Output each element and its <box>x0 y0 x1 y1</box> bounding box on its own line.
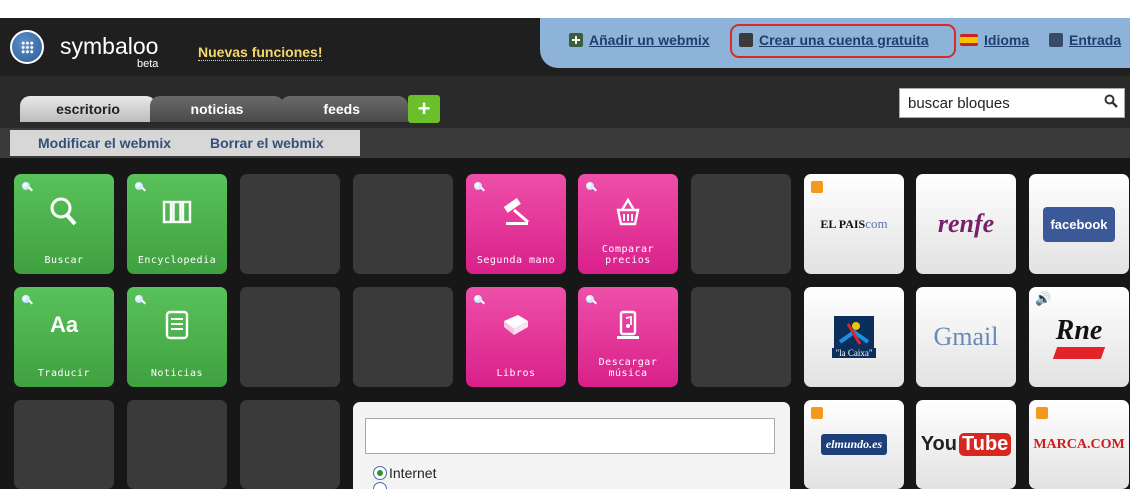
tile-empty[interactable] <box>240 400 340 489</box>
search-widget-panel: Internet <box>353 402 790 489</box>
facebook-logo: facebook <box>1029 174 1129 274</box>
tile-settings-icon[interactable] <box>474 295 482 303</box>
tile-label: Noticias <box>150 368 204 379</box>
search-blocks-value: buscar bloques <box>908 94 1010 112</box>
tile-encyclopedia[interactable]: Encyclopedia <box>127 174 227 274</box>
spain-flag-icon <box>960 34 978 46</box>
search-widget-input[interactable] <box>365 418 775 454</box>
tile-empty[interactable] <box>14 400 114 489</box>
tile-label: Traducir <box>37 368 91 379</box>
login-label: Entrada <box>1069 32 1122 48</box>
tile-label: Segunda mano <box>476 255 556 266</box>
tile-settings-icon[interactable] <box>135 182 143 190</box>
new-features-link[interactable]: Nuevas funciones! <box>198 44 323 61</box>
tile-empty[interactable] <box>240 287 340 387</box>
gavel-icon <box>503 197 529 225</box>
basket-icon <box>616 197 640 226</box>
tile-marca[interactable]: MARCA.COM <box>1029 400 1129 489</box>
tile-el-pais[interactable]: EL PAIS com <box>804 174 904 274</box>
radio-option-2[interactable] <box>373 482 387 489</box>
radio-internet[interactable] <box>373 466 387 480</box>
tile-settings-icon[interactable] <box>22 182 30 190</box>
tile-buscar[interactable]: Buscar <box>14 174 114 274</box>
tile-comparar-precios[interactable]: Comparar precios <box>578 174 678 274</box>
add-webmix-link[interactable]: Añadir un webmix <box>569 32 710 48</box>
magnifier-icon <box>50 197 77 226</box>
rne-logo: Rne <box>1029 287 1129 387</box>
la-caixa-logo: "la Caixa" <box>804 287 904 387</box>
plus-icon <box>569 33 583 47</box>
tile-empty[interactable] <box>691 287 791 387</box>
tile-la-caixa[interactable]: "la Caixa" <box>804 287 904 387</box>
language-label: Idioma <box>984 32 1030 48</box>
tile-traducir[interactable]: Aa Traducir <box>14 287 114 387</box>
marca-logo: MARCA.COM <box>1033 436 1125 452</box>
login-link[interactable]: Entrada <box>1049 32 1121 48</box>
tile-noticias[interactable]: Noticias <box>127 287 227 387</box>
tile-gmail[interactable]: Gmail <box>916 287 1016 387</box>
elmundo-logo: elmundo.es <box>804 400 904 489</box>
renfe-logo: renfe <box>937 209 995 238</box>
tile-segunda-mano[interactable]: Segunda mano <box>466 174 566 274</box>
tile-settings-icon[interactable] <box>135 295 143 303</box>
tile-settings-icon[interactable] <box>586 295 594 303</box>
search-icon[interactable] <box>1104 94 1118 108</box>
la-caixa-star-icon <box>834 316 874 350</box>
tile-descargar-musica[interactable]: Descargar música <box>578 287 678 387</box>
tile-label: Comparar precios <box>601 244 655 266</box>
tile-youtube[interactable]: You Tube <box>916 400 1016 489</box>
tile-libros[interactable]: Libros <box>466 287 566 387</box>
newspaper-icon <box>165 310 189 340</box>
tile-elmundo[interactable]: elmundo.es <box>804 400 904 489</box>
tile-empty[interactable] <box>691 174 791 274</box>
modify-webmix-link[interactable]: Modificar el webmix <box>38 135 171 151</box>
tile-settings-icon[interactable] <box>586 182 594 190</box>
translate-icon: Aa <box>49 312 79 337</box>
logo-beta: beta <box>137 58 159 70</box>
logo-text[interactable]: symbaloo <box>60 33 158 60</box>
pencil-icon <box>739 33 753 47</box>
tile-label: Encyclopedia <box>137 255 217 266</box>
music-player-icon <box>617 310 639 339</box>
tile-empty[interactable] <box>127 400 227 489</box>
tile-empty[interactable] <box>353 287 453 387</box>
gmail-logo: Gmail <box>933 322 999 351</box>
create-account-link[interactable]: Crear una cuenta gratuita <box>739 32 929 48</box>
books-icon <box>162 200 192 224</box>
delete-webmix-link[interactable]: Borrar el webmix <box>210 135 324 151</box>
tile-empty[interactable] <box>353 174 453 274</box>
tile-label: Libros <box>496 368 536 379</box>
search-blocks-input[interactable]: buscar bloques <box>899 88 1125 118</box>
tab-noticias[interactable]: noticias <box>150 96 284 122</box>
tab-feeds[interactable]: feeds <box>280 96 408 122</box>
el-pais-logo: EL PAIS com <box>820 216 888 231</box>
youtube-logo: You Tube <box>916 400 1016 489</box>
tile-rne[interactable]: 🔊 Rne <box>1029 287 1129 387</box>
tab-escritorio[interactable]: escritorio <box>20 96 156 122</box>
radio-internet-label: Internet <box>389 465 437 481</box>
add-webmix-label: Añadir un webmix <box>589 32 710 48</box>
tile-settings-icon[interactable] <box>22 295 30 303</box>
user-icon <box>1049 33 1063 47</box>
symbaloo-logo-icon[interactable] <box>10 30 44 64</box>
tile-renfe[interactable]: renfe <box>916 174 1016 274</box>
tile-empty[interactable] <box>240 174 340 274</box>
tile-label: Buscar <box>44 255 84 266</box>
book-icon <box>504 315 528 335</box>
tile-settings-icon[interactable] <box>474 182 482 190</box>
language-link[interactable]: Idioma <box>960 32 1029 48</box>
create-account-label: Crear una cuenta gratuita <box>759 32 929 48</box>
tile-facebook[interactable]: facebook <box>1029 174 1129 274</box>
tile-label: Descargar música <box>598 357 658 379</box>
add-tab-button[interactable]: + <box>408 95 440 123</box>
